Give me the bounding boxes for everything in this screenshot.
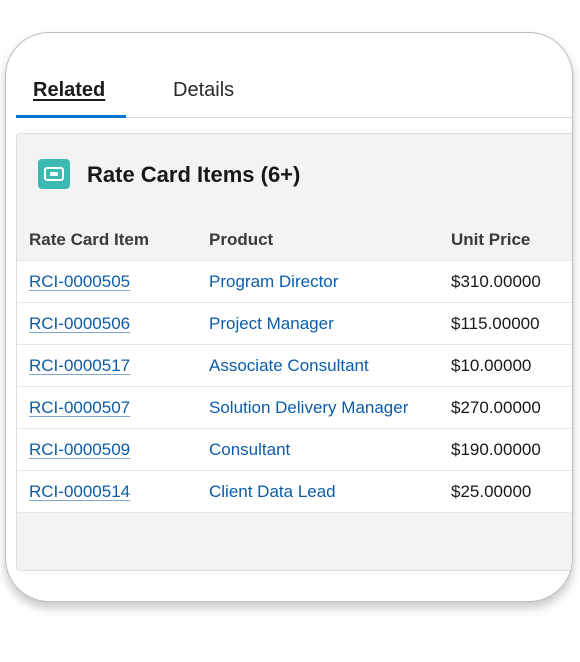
active-tab-indicator bbox=[16, 115, 126, 118]
record-card: Related Details Rate Card Items (6+) Rat… bbox=[5, 32, 573, 602]
rate-card-item-link[interactable]: RCI-0000517 bbox=[29, 356, 130, 376]
product-link[interactable]: Consultant bbox=[209, 440, 290, 460]
rate-card-item-link[interactable]: RCI-0000514 bbox=[29, 482, 130, 502]
panel-header: Rate Card Items (6+) bbox=[17, 134, 572, 214]
column-header-rate-card-item[interactable]: Rate Card Item bbox=[29, 230, 149, 250]
unit-price: $25.00000 bbox=[451, 482, 532, 501]
table-row: RCI-0000509 Consultant $190.00000 bbox=[17, 429, 572, 471]
unit-price: $190.00000 bbox=[451, 440, 541, 459]
rate-card-items-table: Rate Card Item Product Unit Price RCI-00… bbox=[17, 216, 572, 569]
rate-card-item-link[interactable]: RCI-0000509 bbox=[29, 440, 130, 460]
panel-footer bbox=[17, 513, 572, 569]
column-header-product[interactable]: Product bbox=[209, 230, 273, 250]
product-link[interactable]: Solution Delivery Manager bbox=[209, 398, 408, 418]
unit-price: $10.00000 bbox=[451, 356, 532, 375]
unit-price: $115.00000 bbox=[451, 314, 540, 333]
table-row: RCI-0000517 Associate Consultant $10.000… bbox=[17, 345, 572, 387]
product-link[interactable]: Project Manager bbox=[209, 314, 334, 334]
product-link[interactable]: Associate Consultant bbox=[209, 356, 369, 376]
column-header-unit-price[interactable]: Unit Price bbox=[451, 230, 530, 250]
product-link[interactable]: Program Director bbox=[209, 272, 338, 292]
tab-details[interactable]: Details bbox=[173, 79, 234, 102]
unit-price: $270.00000 bbox=[451, 398, 541, 417]
panel-title[interactable]: Rate Card Items (6+) bbox=[87, 162, 300, 188]
rate-card-item-link[interactable]: RCI-0000505 bbox=[29, 272, 130, 292]
tab-bar: Related Details bbox=[16, 33, 572, 118]
table-row: RCI-0000507 Solution Delivery Manager $2… bbox=[17, 387, 572, 429]
table-row: RCI-0000506 Project Manager $115.00000 bbox=[17, 303, 572, 345]
rate-card-item-link[interactable]: RCI-0000507 bbox=[29, 398, 130, 418]
table-row: RCI-0000514 Client Data Lead $25.00000 bbox=[17, 471, 572, 513]
unit-price: $310.00000 bbox=[451, 272, 541, 291]
rate-card-icon bbox=[38, 159, 70, 189]
product-link[interactable]: Client Data Lead bbox=[209, 482, 336, 502]
table-row: RCI-0000505 Program Director $310.00000 bbox=[17, 261, 572, 303]
table-header: Rate Card Item Product Unit Price bbox=[17, 216, 572, 261]
tab-related[interactable]: Related bbox=[33, 79, 105, 102]
related-list-panel: Rate Card Items (6+) Rate Card Item Prod… bbox=[16, 133, 572, 571]
rate-card-item-link[interactable]: RCI-0000506 bbox=[29, 314, 130, 334]
